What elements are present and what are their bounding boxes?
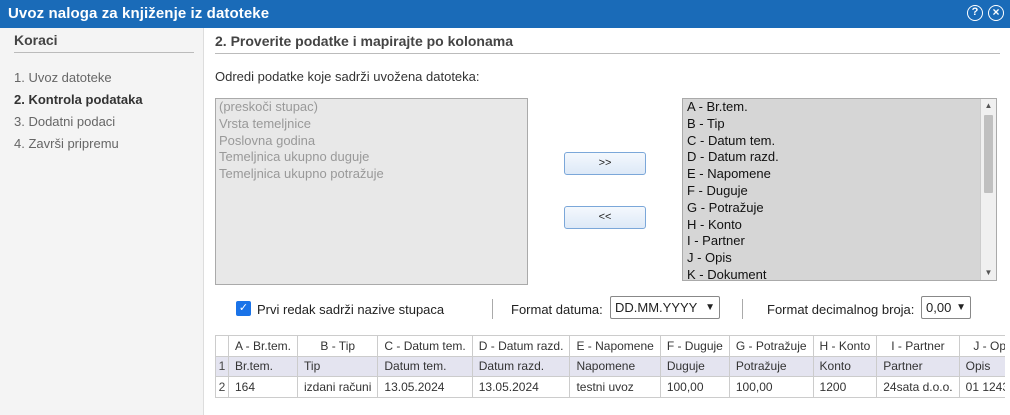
step-1[interactable]: 1. Uvoz datoteke xyxy=(14,70,112,85)
table-cell: 01 124397 xyxy=(958,376,1005,398)
date-format-label: Format datuma: xyxy=(511,302,603,317)
mapped-column[interactable]: F - Duguje xyxy=(683,183,996,200)
table-cell: 100,00 xyxy=(728,376,814,398)
title-bar: Uvoz naloga za knjiženje iz datoteke ? × xyxy=(0,0,1010,28)
mapped-column[interactable]: E - Napomene xyxy=(683,166,996,183)
column-header[interactable]: J - Opis xyxy=(958,335,1005,357)
available-field[interactable]: (preskoči stupac) xyxy=(216,99,527,116)
import-options-bar: ✓ Prvi redak sadrži nazive stupaca Forma… xyxy=(204,295,1010,325)
date-format-value: DD.MM.YYYY xyxy=(615,300,698,315)
column-header[interactable]: G - Potražuje xyxy=(728,335,814,357)
table-row: 2 164 izdani računi 13.05.2024 13.05.202… xyxy=(215,376,1005,398)
scroll-down-arrow-icon[interactable]: ▼ xyxy=(981,266,996,280)
table-cell: 24sata d.o.o. xyxy=(876,376,960,398)
table-cell: Konto xyxy=(812,355,878,377)
add-mapping-button[interactable]: >> xyxy=(564,152,646,175)
table-cell: izdani računi xyxy=(297,376,379,398)
row-number: 1 xyxy=(215,355,229,377)
table-cell: testni uvoz xyxy=(569,376,661,398)
table-cell: Tip xyxy=(297,355,379,377)
preview-grid: A - Br.tem. B - Tip C - Datum tem. D - D… xyxy=(215,335,1005,415)
column-header[interactable]: C - Datum tem. xyxy=(377,335,473,357)
close-icon[interactable]: × xyxy=(988,5,1004,21)
column-header[interactable]: A - Br.tem. xyxy=(227,335,299,357)
options-separator xyxy=(492,299,493,319)
mapped-column[interactable]: H - Konto xyxy=(683,217,996,234)
table-cell: Napomene xyxy=(569,355,661,377)
step-2[interactable]: 2. Kontrola podataka xyxy=(14,92,143,107)
step-4[interactable]: 4. Završi pripremu xyxy=(14,136,119,151)
table-cell: Datum razd. xyxy=(471,355,571,377)
available-field[interactable]: Temeljnica ukupno duguje xyxy=(216,149,527,166)
first-row-header-label: Prvi redak sadrži nazive stupaca xyxy=(257,302,445,317)
chevron-down-icon: ▼ xyxy=(956,302,966,313)
remove-mapping-button[interactable]: << xyxy=(564,206,646,229)
table-cell: Potražuje xyxy=(728,355,814,377)
sidebar-heading: Koraci xyxy=(14,32,58,48)
table-cell: Opis xyxy=(958,355,1005,377)
mapped-column[interactable]: K - Dokument xyxy=(683,267,996,280)
available-field[interactable]: Poslovna godina xyxy=(216,133,527,150)
mapped-column[interactable]: B - Tip xyxy=(683,116,996,133)
decimal-format-label: Format decimalnog broja: xyxy=(767,302,915,317)
sidebar-divider xyxy=(14,52,194,53)
steps-sidebar: Koraci 1. Uvoz datoteke 2. Kontrola poda… xyxy=(0,28,204,415)
table-cell: 13.05.2024 xyxy=(377,376,473,398)
column-header[interactable]: H - Konto xyxy=(812,335,878,357)
table-cell: 1200 xyxy=(812,376,878,398)
first-row-header-checkbox[interactable]: ✓ xyxy=(236,301,251,316)
preview-header-row: A - Br.tem. B - Tip C - Datum tem. D - D… xyxy=(215,335,1005,357)
mapped-column[interactable]: G - Potražuje xyxy=(683,200,996,217)
main-divider xyxy=(215,53,1000,54)
available-field[interactable]: Vrsta temeljnice xyxy=(216,116,527,133)
mapped-column[interactable]: I - Partner xyxy=(683,233,996,250)
column-header[interactable]: B - Tip xyxy=(297,335,379,357)
mapped-columns-list[interactable]: A - Br.tem. B - Tip C - Datum tem. D - D… xyxy=(682,98,997,281)
column-header[interactable]: D - Datum razd. xyxy=(471,335,571,357)
table-cell: Datum tem. xyxy=(377,355,473,377)
mapped-column[interactable]: D - Datum razd. xyxy=(683,149,996,166)
mapped-list-scrollbar[interactable]: ▲ ▼ xyxy=(980,99,996,280)
options-separator xyxy=(742,299,743,319)
scroll-thumb[interactable] xyxy=(984,115,993,193)
decimal-format-value: 0,00 xyxy=(926,300,952,315)
table-cell: Duguje xyxy=(659,355,730,377)
mapped-column[interactable]: A - Br.tem. xyxy=(683,99,996,116)
available-field[interactable]: Temeljnica ukupno potražuje xyxy=(216,166,527,183)
instructions: Odredi podatke koje sadrži uvožena datot… xyxy=(215,69,480,84)
table-cell: 13.05.2024 xyxy=(471,376,571,398)
table-cell: 100,00 xyxy=(659,376,730,398)
step-3[interactable]: 3. Dodatni podaci xyxy=(14,114,115,129)
decimal-format-select[interactable]: 0,00 ▼ xyxy=(921,296,971,319)
mapped-column[interactable]: C - Datum tem. xyxy=(683,133,996,150)
available-fields-list[interactable]: (preskoči stupac) Vrsta temeljnice Poslo… xyxy=(215,98,528,285)
chevron-down-icon: ▼ xyxy=(705,302,715,313)
column-header[interactable]: I - Partner xyxy=(876,335,960,357)
row-number: 2 xyxy=(215,376,229,398)
page-title: 2. Proverite podatke i mapirajte po kolo… xyxy=(215,33,513,49)
main-panel: 2. Proverite podatke i mapirajte po kolo… xyxy=(204,28,1010,415)
table-cell: 164 xyxy=(227,376,299,398)
grid-corner xyxy=(215,335,229,357)
table-cell: Partner xyxy=(876,355,960,377)
column-header[interactable]: E - Napomene xyxy=(569,335,661,357)
table-row: 1 Br.tem. Tip Datum tem. Datum razd. Nap… xyxy=(215,355,1005,377)
mapped-column[interactable]: J - Opis xyxy=(683,250,996,267)
window-title: Uvoz naloga za knjiženje iz datoteke xyxy=(8,5,270,22)
column-header[interactable]: F - Duguje xyxy=(659,335,730,357)
scroll-up-arrow-icon[interactable]: ▲ xyxy=(981,99,996,113)
table-cell: Br.tem. xyxy=(227,355,299,377)
help-icon[interactable]: ? xyxy=(967,5,983,21)
date-format-select[interactable]: DD.MM.YYYY ▼ xyxy=(610,296,720,319)
